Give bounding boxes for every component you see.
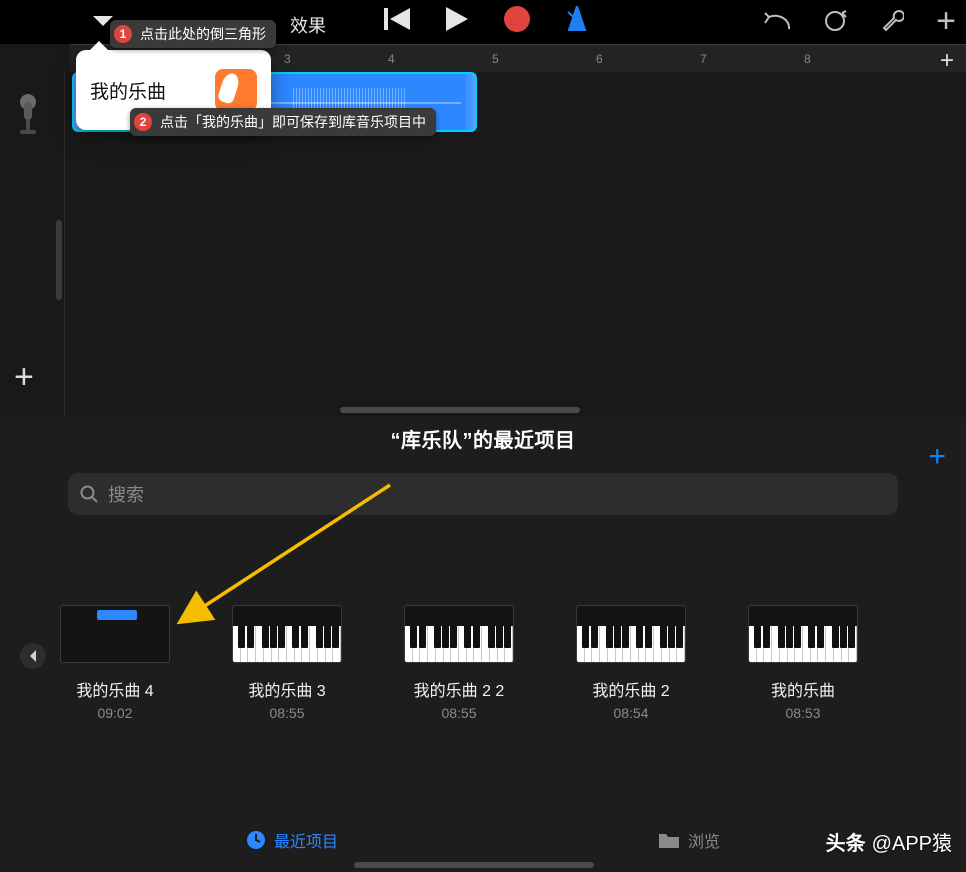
watermark: 头条 @APP猿 <box>826 827 952 856</box>
ruler-mark: 3 <box>284 52 388 66</box>
clock-icon <box>246 830 266 850</box>
callout-1: 1 点击此处的倒三角形 <box>110 20 276 48</box>
settings-button[interactable] <box>878 6 908 36</box>
project-time: 08:53 <box>748 705 858 721</box>
project-thumbnail <box>404 605 514 663</box>
loop-browser-button[interactable] <box>820 6 850 36</box>
library-scroll-thumb[interactable] <box>354 862 594 868</box>
add-track-button[interactable]: + <box>14 358 34 397</box>
library-item[interactable]: 我的乐曲 2 08:54 <box>576 605 686 721</box>
search-icon <box>80 485 98 503</box>
watermark-handle: @APP猿 <box>872 827 952 856</box>
record-button[interactable] <box>502 4 532 34</box>
library-add-button[interactable]: + <box>928 442 946 472</box>
track-scrollbar-vertical[interactable] <box>56 220 62 300</box>
garageband-app-icon <box>215 69 257 111</box>
loop-icon <box>823 9 847 33</box>
library-item[interactable]: 我的乐曲 08:53 <box>748 605 858 721</box>
piano-keys-icon <box>405 626 513 662</box>
project-thumbnail <box>60 605 170 663</box>
callout-2-badge: 2 <box>134 113 152 131</box>
callout-1-badge: 1 <box>114 25 132 43</box>
project-time: 08:55 <box>232 705 342 721</box>
undo-icon <box>763 11 791 31</box>
library-item[interactable]: 我的乐曲 2 2 08:55 <box>404 605 514 721</box>
ruler-mark: 4 <box>388 52 492 66</box>
tab-recent-label: 最近项目 <box>274 828 338 852</box>
project-time: 08:54 <box>576 705 686 721</box>
transport-controls <box>382 4 592 34</box>
library-item[interactable]: 我的乐曲 4 09:02 <box>60 605 170 721</box>
project-title: 我的乐曲 <box>748 677 858 701</box>
project-title: 我的乐曲 3 <box>232 677 342 701</box>
project-thumbnail <box>748 605 858 663</box>
project-title: 我的乐曲 4 <box>60 677 170 701</box>
play-button[interactable] <box>442 4 472 34</box>
menu-item-my-songs[interactable]: 我的乐曲 <box>90 77 215 104</box>
ruler-mark: 5 <box>492 52 596 66</box>
effects-button[interactable]: 效果 <box>290 12 326 38</box>
project-thumbnail <box>576 605 686 663</box>
go-to-start-button[interactable] <box>382 4 412 34</box>
track-divider <box>64 72 65 417</box>
tab-browse-label: 浏览 <box>688 828 720 852</box>
tab-recent[interactable]: 最近项目 <box>246 828 338 852</box>
record-icon <box>504 6 530 32</box>
audio-track-header[interactable] <box>8 90 48 142</box>
project-title: 我的乐曲 2 <box>576 677 686 701</box>
ruler-mark: 7 <box>700 52 804 66</box>
watermark-prefix: 头条 <box>826 827 866 856</box>
undo-button[interactable] <box>762 6 792 36</box>
ruler-mark: 8 <box>804 52 908 66</box>
chevron-left-icon <box>28 649 38 663</box>
search-input[interactable]: 搜索 <box>68 473 898 515</box>
callout-2-text: 点击「我的乐曲」即可保存到库音乐项目中 <box>160 112 426 132</box>
project-time: 08:55 <box>404 705 514 721</box>
wrench-icon <box>882 8 904 34</box>
callout-1-text: 点击此处的倒三角形 <box>140 24 266 44</box>
ruler-mark: 6 <box>596 52 700 66</box>
library-back-button[interactable] <box>20 643 46 669</box>
project-thumbnail <box>232 605 342 663</box>
tab-browse[interactable]: 浏览 <box>658 828 720 852</box>
microphone-icon <box>15 94 41 138</box>
library-items: 我的乐曲 4 09:02 我的乐曲 3 08:55 我的乐曲 2 2 08:55… <box>60 605 946 721</box>
metronome-icon <box>565 6 589 32</box>
library-title: “库乐队”的最近项目 <box>0 417 966 465</box>
toolbar-add-button[interactable]: + <box>936 4 956 38</box>
piano-keys-icon <box>577 626 685 662</box>
add-section-button[interactable]: + <box>940 47 954 75</box>
piano-keys-icon <box>233 626 341 662</box>
garageband-editor: 效果 + <box>0 0 966 417</box>
project-time: 09:02 <box>60 705 170 721</box>
editor-scroll-thumb[interactable] <box>340 407 580 413</box>
metronome-button[interactable] <box>562 4 592 34</box>
piano-keys-icon <box>749 626 857 662</box>
callout-2: 2 点击「我的乐曲」即可保存到库音乐项目中 <box>130 108 436 136</box>
library-tab-bar: 最近项目 浏览 <box>0 820 966 860</box>
project-title: 我的乐曲 2 2 <box>404 677 514 701</box>
folder-icon <box>658 831 680 849</box>
skip-back-icon <box>384 8 410 30</box>
play-icon <box>446 7 468 31</box>
toolbar-right-tools: + <box>762 4 956 38</box>
search-placeholder: 搜索 <box>108 481 144 507</box>
garageband-library: “库乐队”的最近项目 + 搜索 我的乐曲 4 09:02 我的乐曲 3 08: <box>0 417 966 872</box>
library-item[interactable]: 我的乐曲 3 08:55 <box>232 605 342 721</box>
